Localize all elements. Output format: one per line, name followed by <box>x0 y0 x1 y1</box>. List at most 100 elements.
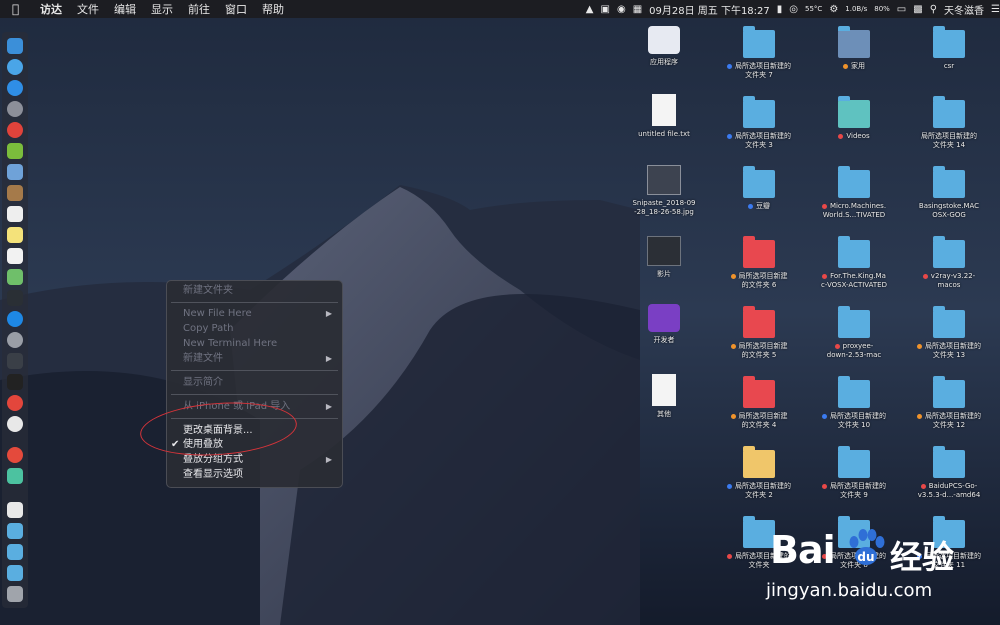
menu-item-copy-path[interactable]: Copy Path <box>183 322 332 336</box>
trash-icon[interactable] <box>7 586 23 602</box>
folder-icon <box>743 166 775 198</box>
system-preferences-icon[interactable] <box>7 332 23 348</box>
desktop-folder[interactable]: 豆瓣 <box>719 166 799 211</box>
menu-item-new-folder[interactable]: 新建文件夹 <box>183 284 332 298</box>
launchpad-icon[interactable] <box>7 59 23 75</box>
desktop-icon-label: Basingstoke.MAC OSX-GOG <box>918 202 980 219</box>
menu-app-name[interactable]: 访达 <box>40 1 62 17</box>
menu-file[interactable]: 文件 <box>77 1 99 17</box>
menu-view[interactable]: 显示 <box>151 1 173 17</box>
desktop-folder[interactable]: Basingstoke.MAC OSX-GOG <box>909 166 989 220</box>
clipboard-icon[interactable]: ▣ <box>601 4 610 15</box>
status-icon[interactable]: ▮ <box>777 4 783 15</box>
search-icon[interactable]: ⚲ <box>930 4 937 15</box>
contacts-icon[interactable] <box>7 185 23 201</box>
desktop-icon[interactable]: 应用程序 <box>624 26 704 67</box>
screenshot-icon[interactable] <box>7 353 23 369</box>
menu-window[interactable]: 窗口 <box>225 1 247 17</box>
airplay-icon[interactable]: ▩ <box>913 4 922 15</box>
maps-icon[interactable] <box>7 269 23 285</box>
menu-edit[interactable]: 编辑 <box>114 1 136 17</box>
fan-icon: ⚙ <box>829 3 839 15</box>
desktop-folder[interactable]: 局所选项目新建 的文件夹 6 <box>719 236 799 290</box>
safari-icon[interactable] <box>7 80 23 96</box>
yandex-icon[interactable] <box>7 416 23 432</box>
folder-icon <box>743 446 775 478</box>
notes-icon[interactable] <box>7 227 23 243</box>
battery-percent[interactable]: 80% <box>874 5 890 13</box>
desktop-folder[interactable]: proxyee- down-2.53-mac <box>814 306 894 360</box>
clock-datetime[interactable]: 09月28日 周五 下午18:27 <box>649 2 770 17</box>
desktop-icon-label: Micro.Machines. World.S...TIVATED <box>821 202 887 219</box>
desktop-icon[interactable]: 影片 <box>624 236 704 279</box>
menu-item-new-file[interactable]: 新建文件 ▶ <box>183 352 332 366</box>
submenu-arrow-icon: ▶ <box>325 402 332 411</box>
menu-go[interactable]: 前往 <box>188 1 210 17</box>
menu-help[interactable]: 帮助 <box>262 1 284 17</box>
desktop-folder[interactable]: 局所选项目新建的 文件夹 7 <box>719 26 799 80</box>
wechat-icon[interactable] <box>7 468 23 484</box>
folder-icon <box>933 26 965 58</box>
grid-icon[interactable]: ▦ <box>633 4 642 15</box>
music-player-icon[interactable] <box>7 447 23 463</box>
developer-icon <box>648 304 680 332</box>
desktop-folder[interactable]: 局所选项目新建的 文件夹 9 <box>814 446 894 500</box>
desktop-folder[interactable]: 家用 <box>814 26 894 71</box>
menu-item-new-terminal-here[interactable]: New Terminal Here <box>183 337 332 351</box>
desktop-folder[interactable]: Micro.Machines. World.S...TIVATED <box>814 166 894 220</box>
desktop-folder[interactable]: csr <box>909 26 989 71</box>
desktop-icon-label: 其他 <box>657 410 671 418</box>
desktop-icon[interactable]: 开发者 <box>624 304 704 345</box>
folder-icon <box>933 376 965 408</box>
downloads-folder-icon[interactable] <box>7 544 23 560</box>
folder-icon <box>933 446 965 478</box>
desktop-folder[interactable]: 局所选项目新建的 文件夹 13 <box>909 306 989 360</box>
desktop-icon[interactable]: Snipaste_2018-09 -28_18-26-58.jpg <box>624 165 704 217</box>
desktop-folder[interactable]: 局所选项目新建的 文件夹 10 <box>814 376 894 430</box>
rocket-icon[interactable] <box>7 101 23 117</box>
wifi-icon[interactable]: ◎ <box>789 4 798 15</box>
app-store-icon[interactable] <box>7 311 23 327</box>
desktop-folder[interactable]: v2ray-v3.22- macos <box>909 236 989 290</box>
desktop-folder[interactable]: 局所选项目新建的 文件夹 2 <box>719 446 799 500</box>
menu-item-label: 查看显示选项 <box>183 469 243 480</box>
apple-menu-icon[interactable]:  <box>12 2 30 16</box>
cpu-temp[interactable]: 55°C <box>805 5 822 13</box>
desktop-icon[interactable]: 其他 <box>624 374 704 419</box>
user-name[interactable]: 天冬滋香 <box>944 2 984 17</box>
calendar-icon[interactable] <box>7 206 23 222</box>
folder-icon[interactable] <box>7 523 23 539</box>
desktop-folder[interactable]: 局所选项目新建 的文件夹 4 <box>719 376 799 430</box>
desktop-icon[interactable]: untitled file.txt <box>624 94 704 139</box>
activity-monitor-icon[interactable] <box>7 290 23 306</box>
documents-folder-icon[interactable] <box>7 565 23 581</box>
desktop-folder[interactable]: 局所选项目新建的 文件夹 3 <box>719 96 799 150</box>
desktop-icon-label: 局所选项目新建的 文件夹 9 <box>814 482 894 500</box>
home-folder-icon <box>838 26 870 58</box>
vivaldi-icon[interactable] <box>7 395 23 411</box>
menu-item-label: 新建文件夹 <box>183 285 233 296</box>
network-speed[interactable]: 1.0B/s <box>845 5 867 13</box>
battery-icon[interactable]: ▭ <box>897 4 906 15</box>
android-icon[interactable] <box>7 143 23 159</box>
menu-item-new-file-here[interactable]: New File Here ▶ <box>183 307 332 321</box>
preview-icon[interactable] <box>7 164 23 180</box>
reminders-icon[interactable] <box>7 248 23 264</box>
desktop-folder[interactable]: Videos <box>814 96 894 141</box>
desktop-folder[interactable]: BaiduPCS-Go- v3.5.3-d...-amd64 <box>909 446 989 500</box>
desktop-folder[interactable]: 局所选项目新建的 文件夹 14 <box>909 96 989 150</box>
desktop-folder[interactable]: 局所选项目新建的 文件夹 12 <box>909 376 989 430</box>
finder-icon[interactable] <box>7 38 23 54</box>
menu-item-show-view-options[interactable]: 查看显示选项 <box>183 468 332 482</box>
notification-icon[interactable]: ▲ <box>586 4 594 15</box>
desktop-folder[interactable]: 局所选项目新建 的文件夹 5 <box>719 306 799 360</box>
document-icon[interactable] <box>7 502 23 518</box>
menu-list-icon[interactable]: ☰ <box>991 4 1000 15</box>
desktop-icon-label: For.The.King.Ma c-VOSX-ACTIVATED <box>821 272 887 289</box>
desktop-folder[interactable]: For.The.King.Ma c-VOSX-ACTIVATED <box>814 236 894 290</box>
globe-icon[interactable]: ◉ <box>617 4 626 15</box>
netease-music-icon[interactable] <box>7 122 23 138</box>
terminal-icon[interactable] <box>7 374 23 390</box>
desktop-icon-label: 局所选项目新建 的文件夹 5 <box>719 342 799 360</box>
menu-item-get-info[interactable]: 显示简介 <box>183 376 332 390</box>
